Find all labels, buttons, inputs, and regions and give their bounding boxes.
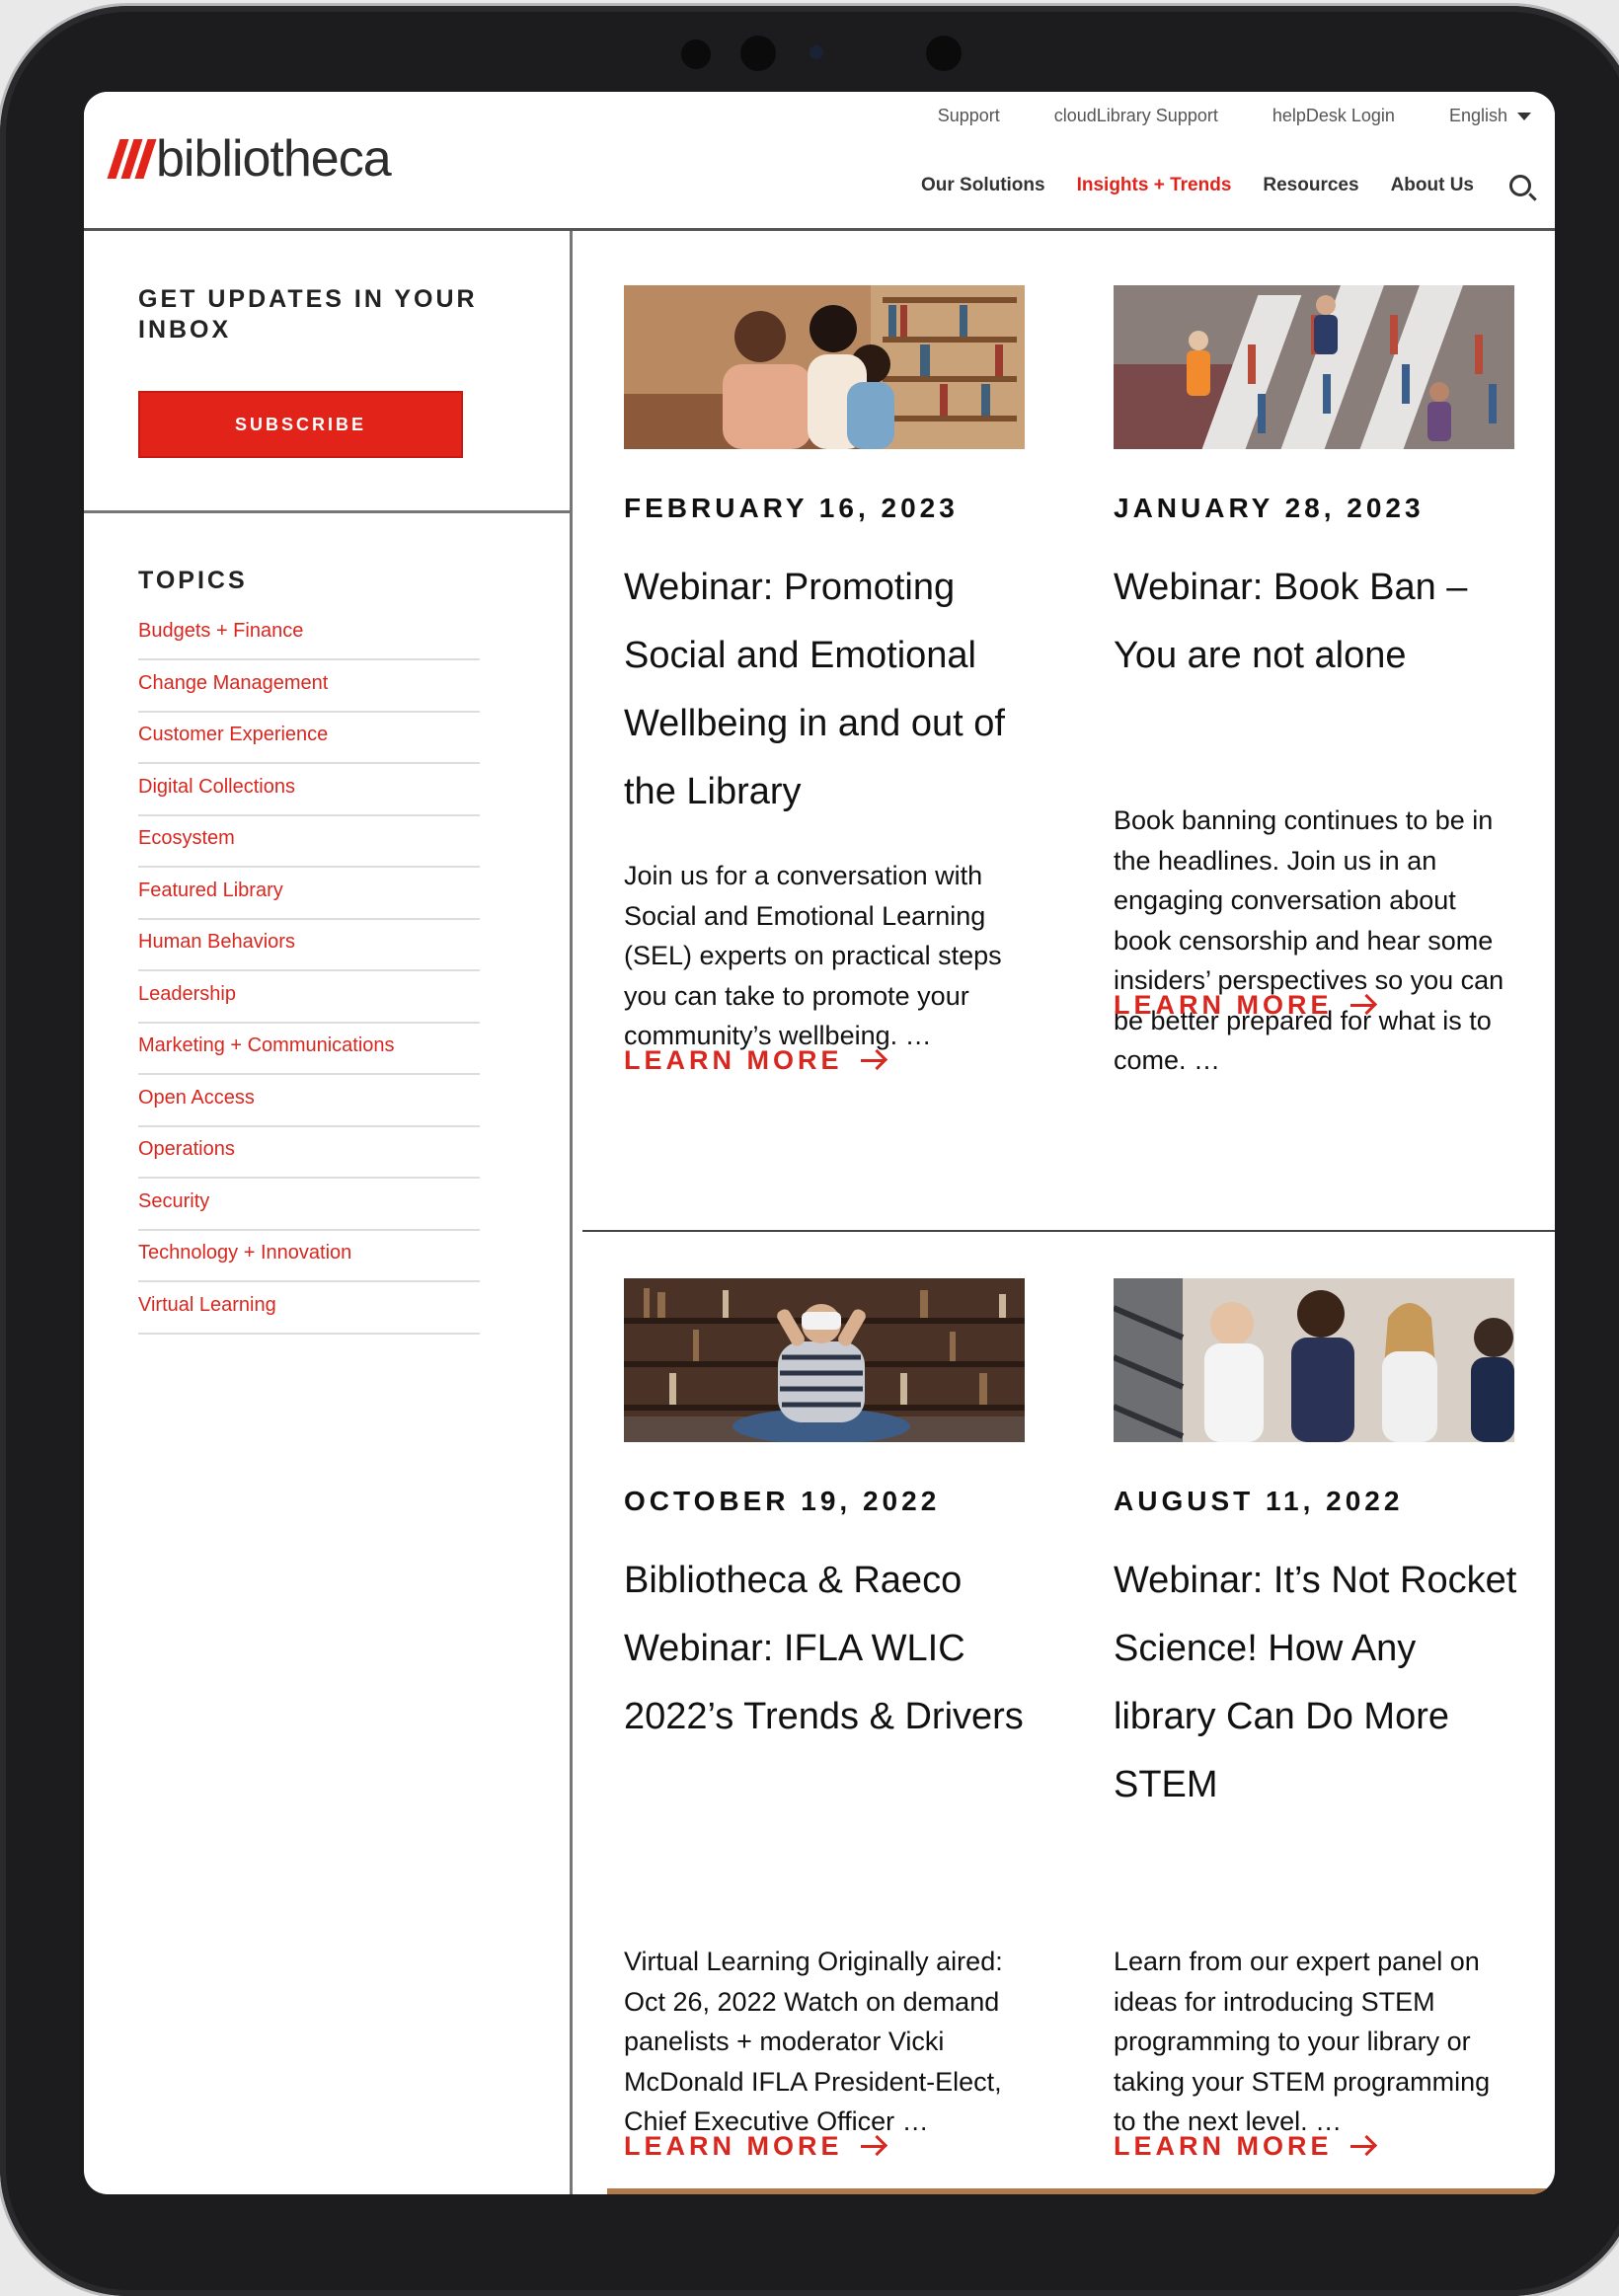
search-icon[interactable] <box>1509 175 1531 196</box>
sensor-dot <box>681 39 711 69</box>
browser-screen: bibliotheca Support cloudLibrary Support… <box>84 92 1555 2194</box>
article-title[interactable]: Webinar: Promoting Social and Emotional … <box>624 554 1039 826</box>
article-excerpt: Join us for a conversation with Social a… <box>624 861 1002 1050</box>
topics-list: Budgets + Finance Change Management Cust… <box>138 610 480 1336</box>
util-link-support[interactable]: Support <box>938 106 1000 126</box>
article-date: JANUARY 28, 2023 <box>1114 493 1425 523</box>
camera-lens <box>810 45 823 59</box>
topic-link[interactable]: Digital Collections <box>138 766 480 816</box>
util-link-helpdesk-login[interactable]: helpDesk Login <box>1272 106 1395 126</box>
nav-resources[interactable]: Resources <box>1263 175 1358 196</box>
article-image[interactable] <box>1114 285 1514 449</box>
article-excerpt: Book banning continues to be in the head… <box>1114 805 1504 1075</box>
article-title[interactable]: Webinar: It’s Not Rocket Science! How An… <box>1114 1547 1528 1819</box>
article-card: AUGUST 11, 2022 Webinar: It’s Not Rocket… <box>1114 1278 1516 2167</box>
topic-link[interactable]: Leadership <box>138 973 480 1024</box>
article-date: FEBRUARY 16, 2023 <box>624 493 959 523</box>
nav-insights-trends[interactable]: Insights + Trends <box>1077 175 1232 196</box>
article-image[interactable] <box>624 1278 1025 1442</box>
article-excerpt: Virtual Learning Originally aired: Oct 2… <box>624 1947 1003 2136</box>
article-date: OCTOBER 19, 2022 <box>624 1486 941 1516</box>
sensor-dot <box>740 36 776 71</box>
learn-more-link[interactable]: LEARN MORE <box>1114 990 1374 1021</box>
updates-heading: GET UPDATES IN YOUR INBOX <box>138 285 478 344</box>
nav-our-solutions[interactable]: Our Solutions <box>921 175 1045 196</box>
topic-link[interactable]: Featured Library <box>138 870 480 920</box>
next-row-image-edge <box>607 2188 1555 2194</box>
topic-link[interactable]: Open Access <box>138 1077 480 1127</box>
language-select[interactable]: English <box>1449 106 1531 126</box>
topic-link[interactable]: Virtual Learning <box>138 1284 480 1335</box>
topic-link[interactable]: Marketing + Communications <box>138 1025 480 1075</box>
arrow-right-icon <box>1349 1004 1374 1007</box>
logo-text: bibliotheca <box>156 130 392 188</box>
topic-link[interactable]: Ecosystem <box>138 817 480 868</box>
article-title[interactable]: Webinar: Book Ban – You are not alone <box>1114 554 1528 690</box>
sidebar: GET UPDATES IN YOUR INBOX SUBSCRIBE TOPI… <box>84 231 573 2194</box>
learn-more-link[interactable]: LEARN MORE <box>624 1045 885 1076</box>
arrow-right-icon <box>860 2145 885 2148</box>
article-card: OCTOBER 19, 2022 Bibliotheca & Raeco Web… <box>624 1278 1025 2167</box>
row-divider <box>582 1230 1555 1232</box>
topic-link[interactable]: Change Management <box>138 662 480 713</box>
article-image[interactable] <box>624 285 1025 449</box>
site-header: bibliotheca Support cloudLibrary Support… <box>84 92 1555 231</box>
arrow-right-icon <box>1349 2145 1374 2148</box>
article-excerpt: Learn from our expert panel on ideas for… <box>1114 1947 1491 2136</box>
learn-more-label: LEARN MORE <box>624 1045 843 1075</box>
topic-link[interactable]: Customer Experience <box>138 714 480 764</box>
topics-heading: TOPICS <box>138 567 248 594</box>
main-nav: Our Solutions Insights + Trends Resource… <box>921 175 1531 196</box>
newsletter-box: GET UPDATES IN YOUR INBOX SUBSCRIBE <box>84 231 570 513</box>
article-image[interactable] <box>1114 1278 1514 1442</box>
learn-more-label: LEARN MORE <box>624 2131 843 2161</box>
nav-about-us[interactable]: About Us <box>1391 175 1474 196</box>
article-card: FEBRUARY 16, 2023 Webinar: Promoting Soc… <box>624 285 1025 1174</box>
subscribe-button[interactable]: SUBSCRIBE <box>138 391 463 458</box>
learn-more-label: LEARN MORE <box>1114 2131 1333 2161</box>
topic-link[interactable]: Operations <box>138 1128 480 1179</box>
learn-more-link[interactable]: LEARN MORE <box>624 2131 885 2162</box>
utility-nav: Support cloudLibrary Support helpDesk Lo… <box>938 106 1531 126</box>
language-label: English <box>1448 106 1507 125</box>
logo-mark-icon <box>107 139 157 179</box>
topic-link[interactable]: Human Behaviors <box>138 921 480 971</box>
util-link-cloudlibrary-support[interactable]: cloudLibrary Support <box>1054 106 1218 126</box>
sensor-dot <box>926 36 962 71</box>
topic-link[interactable]: Budgets + Finance <box>138 610 480 660</box>
arrow-right-icon <box>860 1059 885 1062</box>
bibliotheca-logo[interactable]: bibliotheca <box>107 129 392 189</box>
article-title[interactable]: Bibliotheca & Raeco Webinar: IFLA WLIC 2… <box>624 1547 1039 1751</box>
topic-link[interactable]: Security <box>138 1181 480 1231</box>
article-date: AUGUST 11, 2022 <box>1114 1486 1404 1516</box>
learn-more-label: LEARN MORE <box>1114 990 1333 1020</box>
article-card: JANUARY 28, 2023 Webinar: Book Ban – You… <box>1114 285 1514 1174</box>
topic-link[interactable]: Technology + Innovation <box>138 1232 480 1282</box>
caret-down-icon <box>1517 112 1531 120</box>
learn-more-link[interactable]: LEARN MORE <box>1114 2131 1374 2162</box>
